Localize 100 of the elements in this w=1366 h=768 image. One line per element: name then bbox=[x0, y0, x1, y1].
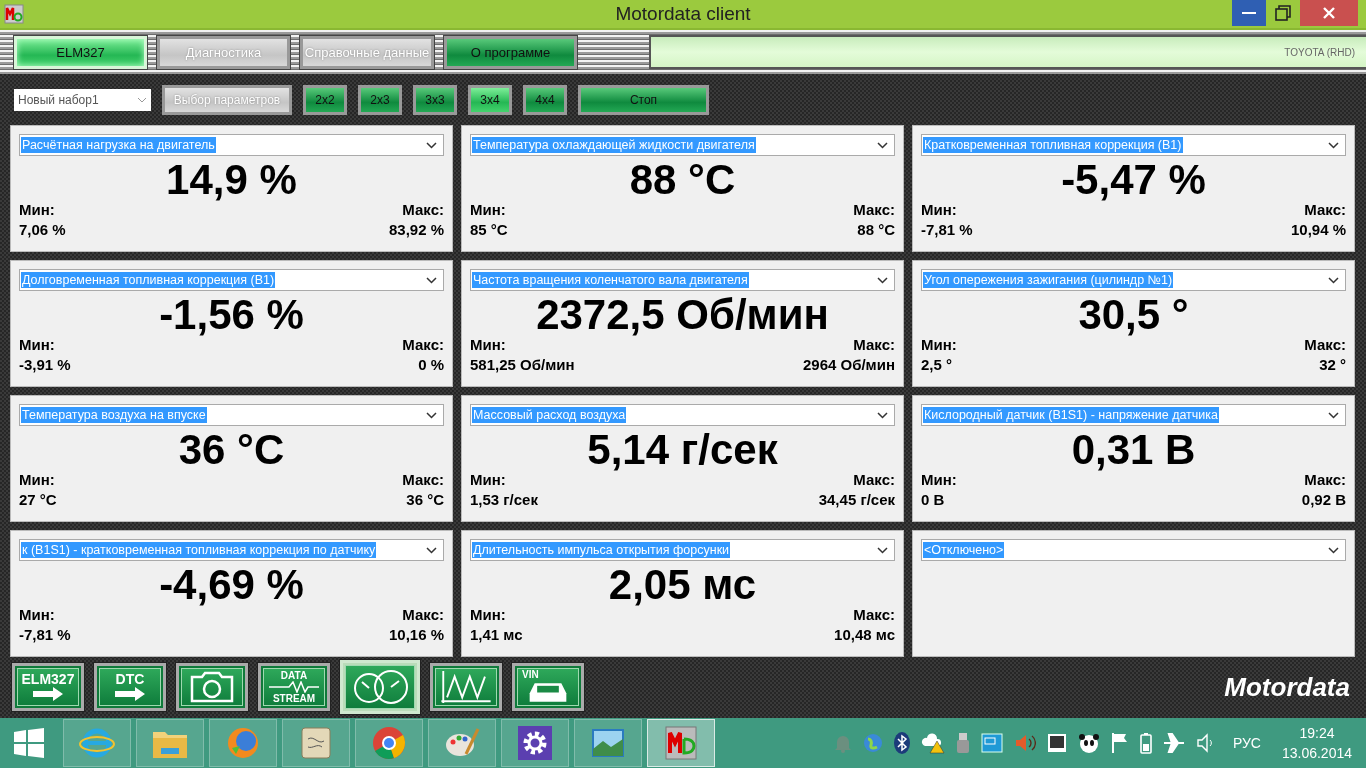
bell-icon bbox=[833, 733, 852, 753]
min-value: 1,53 г/сек bbox=[470, 490, 538, 510]
layout-button[interactable]: 3x4 bbox=[468, 85, 512, 115]
close-button[interactable] bbox=[1300, 0, 1358, 26]
min-label: Мин: bbox=[19, 470, 55, 490]
close-icon bbox=[1323, 7, 1335, 19]
adapter-tool-button[interactable]: ELM327 bbox=[12, 663, 84, 711]
parameter-dropdown[interactable]: Кратковременная топливная коррекция (B1) bbox=[921, 134, 1346, 156]
arrow-right-icon bbox=[113, 686, 147, 702]
parameter-dropdown[interactable]: Длительность импульса открытия форсунки bbox=[470, 539, 895, 561]
min-value: 2,5 ° bbox=[921, 355, 953, 375]
window-title: Motordata client bbox=[614, 3, 752, 25]
parameter-dropdown[interactable]: Кислородный датчик (B1S1) - напряжение датчика bbox=[921, 404, 1346, 426]
speaker-icon bbox=[1013, 733, 1036, 753]
min-value: -3,91 % bbox=[19, 355, 71, 375]
parameter-dropdown[interactable]: Долговременная топливная коррекция (B1) bbox=[19, 269, 444, 291]
menu-tab[interactable]: ELM327 bbox=[14, 35, 147, 69]
menu-tab[interactable]: О программе bbox=[444, 35, 577, 69]
usb-drive-icon bbox=[955, 732, 970, 754]
max-label: Макс: bbox=[402, 335, 444, 355]
gauge-value: 88 °C bbox=[628, 156, 737, 200]
min-value: 1,41 мс bbox=[470, 625, 523, 645]
max-label: Макс: bbox=[1304, 200, 1346, 220]
gauge-value: 5,14 г/сек bbox=[586, 426, 779, 470]
min-label: Мин: bbox=[470, 605, 506, 625]
min-value: 7,06 % bbox=[19, 220, 66, 240]
gauge-value: 36 °C bbox=[177, 426, 286, 470]
taskbar-app[interactable] bbox=[647, 719, 715, 767]
minimize-button[interactable] bbox=[1232, 0, 1266, 26]
min-label: Мин: bbox=[19, 335, 55, 355]
parameter-dropdown[interactable]: Массовый расход воздуха bbox=[470, 404, 895, 426]
max-value: 36 °C bbox=[406, 490, 444, 510]
parameter-dropdown[interactable]: Угол опережения зажигания (цилиндр №1) bbox=[921, 269, 1346, 291]
chevron-icon bbox=[426, 546, 437, 554]
graph-tool-button[interactable] bbox=[430, 663, 502, 711]
clock-time: 19:24 bbox=[1299, 724, 1335, 743]
chevron-icon bbox=[1328, 546, 1339, 554]
clock-date: 13.06.2014 bbox=[1281, 744, 1352, 763]
battery-icon bbox=[1139, 732, 1152, 754]
layout-button[interactable]: 4x4 bbox=[523, 85, 567, 115]
panda-icon bbox=[1077, 732, 1100, 754]
max-label: Макс: bbox=[402, 470, 444, 490]
parameter-dropdown[interactable]: Температура охлаждающей жидкости двигателя bbox=[470, 134, 895, 156]
stop-button[interactable]: Стоп bbox=[578, 85, 709, 115]
chevron-icon bbox=[426, 141, 437, 149]
max-label: Макс: bbox=[402, 605, 444, 625]
parameter-dropdown[interactable]: к (B1S1) - кратковременная топливная коррекция по датчику bbox=[19, 539, 444, 561]
window-icon bbox=[1046, 733, 1067, 753]
max-value: 34,45 г/сек bbox=[818, 490, 895, 510]
parameter-dropdown[interactable]: Температура воздуха на впуске bbox=[19, 404, 444, 426]
layout-button[interactable]: 2x3 bbox=[358, 85, 402, 115]
chevron-icon bbox=[877, 141, 888, 149]
globe-icon bbox=[862, 733, 883, 753]
min-label: Мин: bbox=[470, 335, 506, 355]
max-label: Макс: bbox=[1304, 335, 1346, 355]
taskbar-app[interactable] bbox=[501, 719, 569, 767]
app-logo-icon bbox=[4, 4, 24, 24]
chevron-icon bbox=[877, 411, 888, 419]
parameter-dropdown[interactable]: Расчётная нагрузка на двигатель bbox=[19, 134, 444, 156]
camera-tool-button[interactable] bbox=[176, 663, 248, 711]
vin-tool-button[interactable]: VIN bbox=[512, 663, 584, 711]
gauges-tool-button[interactable] bbox=[340, 660, 420, 714]
notepad-icon bbox=[299, 725, 333, 761]
trouble-codes-tool-button[interactable]: DTC bbox=[94, 663, 166, 711]
settings-icon bbox=[518, 726, 552, 760]
gauge-value: 30,5 ° bbox=[1077, 291, 1190, 335]
data-stream-tool-button[interactable]: DATA STREAM bbox=[258, 663, 330, 711]
min-value: 581,25 Об/мин bbox=[470, 355, 575, 375]
app-logo-icon bbox=[664, 725, 698, 761]
restore-icon bbox=[1275, 5, 1291, 21]
minimize-icon bbox=[1242, 12, 1256, 14]
min-value: -7,81 % bbox=[921, 220, 973, 240]
set-dropdown[interactable]: Новый набор1 bbox=[14, 89, 151, 111]
gauge-value: 14,9 % bbox=[165, 156, 298, 200]
max-label: Макс: bbox=[853, 335, 895, 355]
max-value: 10,16 % bbox=[388, 625, 444, 645]
max-value: 10,94 % bbox=[1290, 220, 1346, 240]
chevron-icon bbox=[1328, 141, 1339, 149]
max-value: 32 ° bbox=[1319, 355, 1346, 375]
chevron-icon bbox=[426, 276, 437, 284]
airplane-icon bbox=[1162, 732, 1185, 754]
chevron-icon bbox=[877, 546, 888, 554]
max-label: Макс: bbox=[402, 200, 444, 220]
gauge-value: 0,31 В bbox=[1070, 426, 1197, 470]
windows-icon bbox=[14, 728, 44, 758]
input-language[interactable]: РУС bbox=[1232, 735, 1261, 751]
min-label: Мин: bbox=[921, 200, 957, 220]
min-label: Мин: bbox=[470, 200, 506, 220]
layout-button[interactable]: 2x2 bbox=[303, 85, 347, 115]
min-value: 0 В bbox=[921, 490, 945, 510]
max-label: Макс: bbox=[1304, 470, 1346, 490]
max-value: 0,92 В bbox=[1301, 490, 1346, 510]
max-value: 83,92 % bbox=[388, 220, 444, 240]
chrome-icon bbox=[372, 726, 406, 760]
clock[interactable]: 19:24 13.06.2014 bbox=[1281, 723, 1352, 763]
max-value: 10,48 мс bbox=[834, 625, 895, 645]
parameter-dropdown[interactable]: <Отключено> bbox=[921, 539, 1346, 561]
layout-button[interactable]: 3x3 bbox=[413, 85, 457, 115]
min-label: Мин: bbox=[921, 335, 957, 355]
parameter-dropdown[interactable]: Частота вращения коленчатого вала двигателя bbox=[470, 269, 895, 291]
